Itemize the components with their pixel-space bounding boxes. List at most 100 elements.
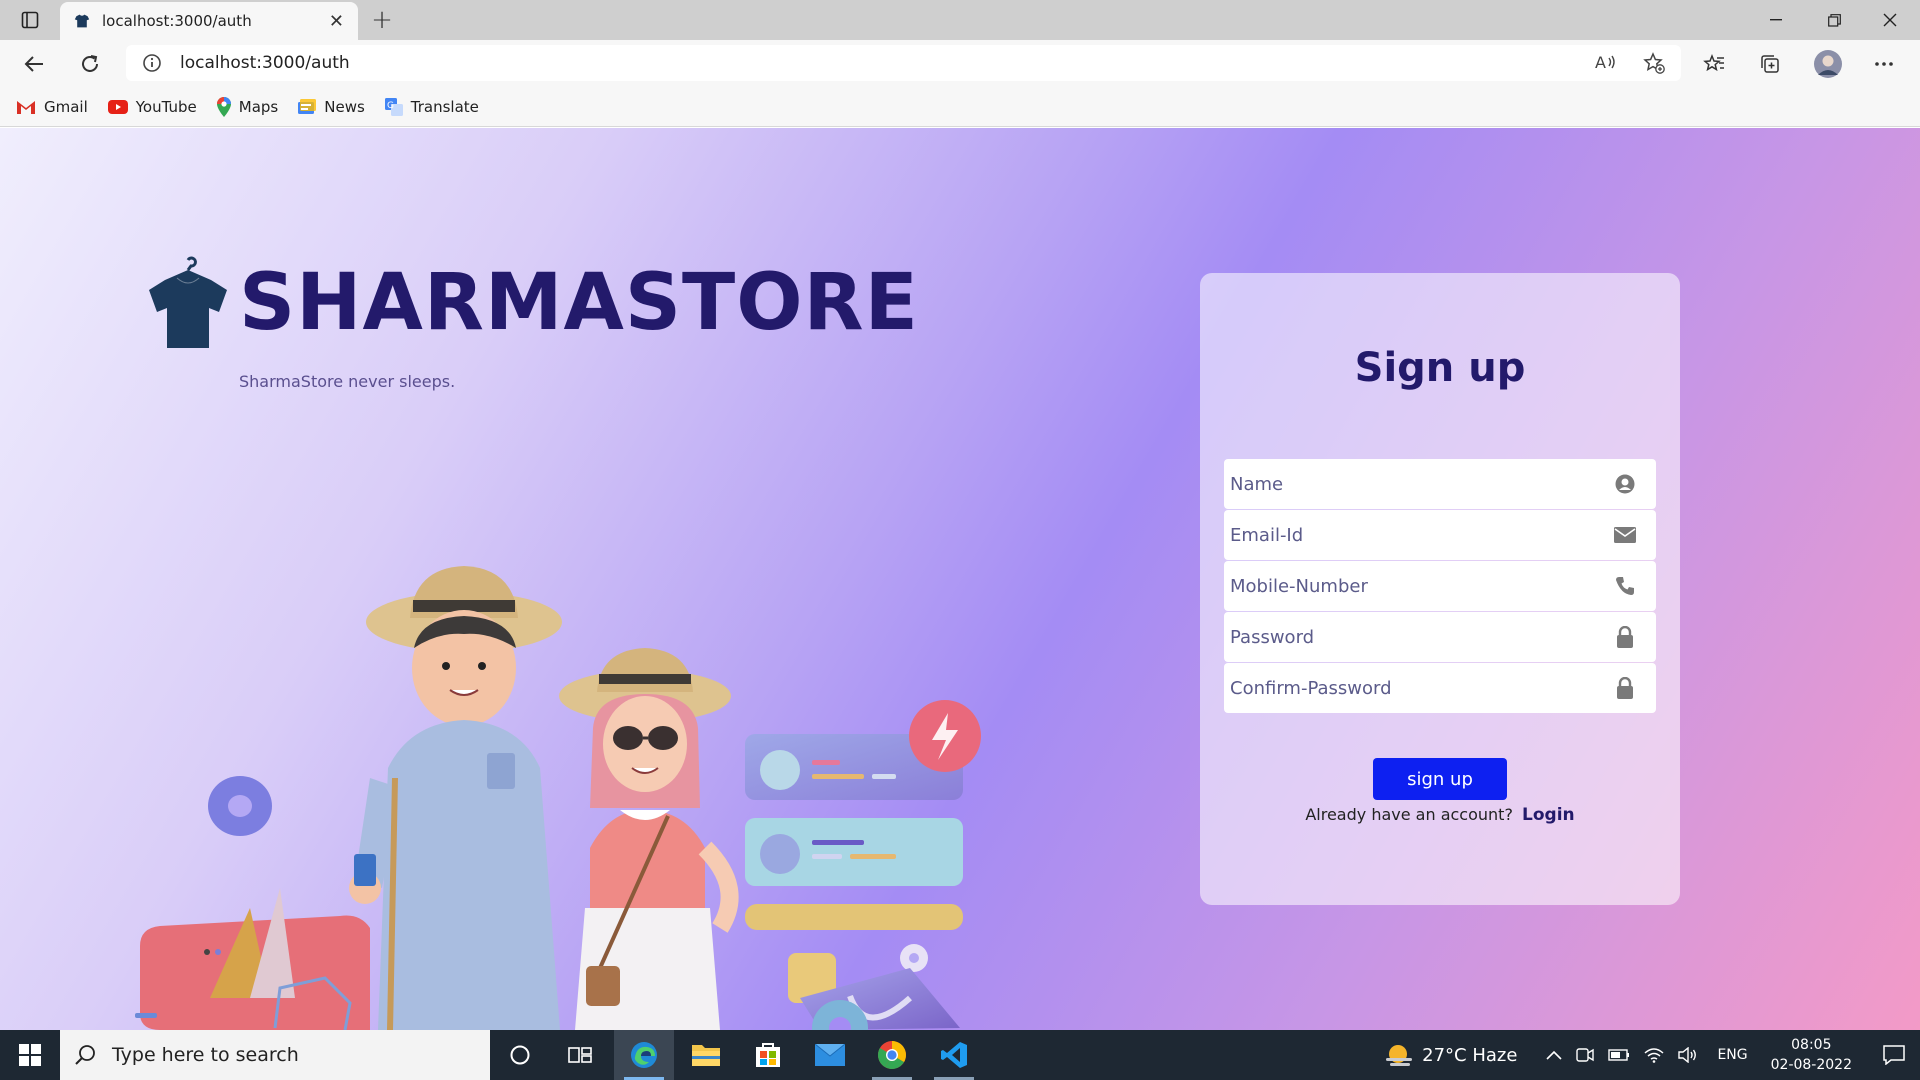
notifications-button[interactable]	[1868, 1030, 1920, 1080]
close-tab-icon[interactable]: ✕	[329, 11, 344, 32]
input-language[interactable]: ENG	[1717, 1047, 1747, 1063]
battery-icon	[1608, 1049, 1630, 1061]
volume-button[interactable]	[1678, 1047, 1698, 1063]
name-input[interactable]	[1230, 459, 1614, 509]
cortana-button[interactable]	[490, 1030, 550, 1080]
bookmark-news[interactable]: News	[298, 98, 365, 116]
gmail-icon	[17, 100, 35, 114]
maps-icon	[216, 96, 231, 117]
start-button[interactable]	[0, 1030, 60, 1080]
bookmark-label: Translate	[410, 97, 479, 116]
bookmark-youtube[interactable]: YouTube	[107, 98, 197, 116]
minimize-button[interactable]	[1748, 0, 1804, 40]
signup-card: Sign up Name Email-Id Mobile-Number sign…	[1200, 273, 1680, 905]
site-info-icon[interactable]	[142, 53, 162, 73]
weather-haze-icon	[1386, 1045, 1413, 1066]
taskbar-edge[interactable]	[614, 1030, 674, 1080]
read-aloud-icon[interactable]: A	[1595, 52, 1617, 72]
envelope-icon	[1614, 524, 1636, 546]
edge-icon	[631, 1042, 657, 1068]
close-window-icon	[1883, 13, 1897, 27]
active-tab[interactable]: localhost:3000/auth ✕	[60, 2, 358, 40]
profile-button[interactable]	[1810, 46, 1846, 82]
tshirt-hanger-icon	[149, 256, 227, 348]
battery-button[interactable]	[1608, 1049, 1630, 1061]
lock-icon	[1614, 626, 1636, 648]
search-placeholder: Type here to search	[112, 1044, 299, 1066]
windows-logo-icon	[19, 1044, 41, 1066]
bookmark-translate[interactable]: G Translate	[384, 97, 479, 116]
close-window-button[interactable]	[1862, 0, 1918, 40]
browser-toolbar: localhost:3000/auth A	[0, 40, 1920, 87]
taskbar-file-explorer[interactable]	[676, 1030, 736, 1080]
url-text[interactable]: localhost:3000/auth	[180, 53, 350, 73]
favorites-button[interactable]	[1696, 46, 1732, 82]
store-icon	[756, 1043, 780, 1067]
tshirt-favicon-icon	[74, 14, 90, 28]
brand-title: SHARMASTORE	[239, 258, 919, 348]
name-field[interactable]	[1224, 459, 1656, 509]
clock-date: 02-08-2022	[1770, 1057, 1852, 1073]
browser-titlebar: localhost:3000/auth ✕ +	[0, 0, 1920, 40]
back-button[interactable]	[16, 46, 52, 82]
phone-icon	[1614, 575, 1636, 597]
avatar	[1814, 50, 1842, 78]
refresh-button[interactable]	[72, 46, 108, 82]
show-hidden-icons-button[interactable]	[1546, 1050, 1563, 1060]
new-tab-button[interactable]: +	[366, 4, 398, 36]
wifi-icon	[1644, 1048, 1664, 1063]
clock[interactable]: 08:05 02-08-2022	[1771, 1035, 1852, 1075]
taskbar-chrome[interactable]	[862, 1030, 922, 1080]
tab-actions-button[interactable]	[10, 0, 50, 40]
folder-icon	[692, 1045, 720, 1066]
vscode-icon	[941, 1042, 967, 1068]
bookmark-gmail[interactable]: Gmail	[16, 98, 88, 116]
network-button[interactable]	[1644, 1047, 1664, 1063]
favorites-icon	[1703, 53, 1724, 72]
shopping-couple-illustration	[135, 566, 981, 1030]
svg-text:G: G	[387, 101, 394, 111]
weather-widget[interactable]: 27°C Haze	[1384, 1042, 1517, 1068]
add-favorite-icon[interactable]	[1643, 52, 1665, 74]
brand-tagline: SharmaStore never sleeps.	[239, 372, 456, 391]
meet-now-icon	[1576, 1048, 1595, 1062]
tab-title: localhost:3000/auth	[102, 12, 252, 30]
login-prompt: Already have an account? Login	[1200, 805, 1680, 825]
address-bar[interactable]: localhost:3000/auth A	[126, 45, 1681, 81]
email-input[interactable]	[1230, 510, 1614, 560]
search-icon	[75, 1045, 95, 1065]
taskbar-mail[interactable]	[800, 1030, 860, 1080]
mobile-number-input[interactable]	[1230, 561, 1614, 611]
login-prompt-text: Already have an account?	[1305, 805, 1513, 824]
news-icon	[298, 98, 317, 114]
chevron-up-icon	[1546, 1050, 1563, 1060]
translate-icon: G	[384, 97, 403, 116]
cortana-icon	[510, 1045, 530, 1065]
password-input[interactable]	[1230, 612, 1614, 662]
confirm-password-input[interactable]	[1230, 663, 1614, 713]
taskbar-vscode[interactable]	[924, 1030, 984, 1080]
speaker-icon	[1678, 1047, 1697, 1063]
login-link[interactable]: Login	[1522, 805, 1575, 825]
bookmark-maps[interactable]: Maps	[216, 96, 279, 117]
mobile-number-field[interactable]	[1224, 561, 1656, 611]
back-arrow-icon	[24, 56, 43, 72]
collections-icon	[1761, 55, 1779, 73]
taskbar-search-box[interactable]: Type here to search	[60, 1030, 490, 1080]
bookmark-label: Maps	[238, 97, 279, 116]
password-field[interactable]	[1224, 612, 1656, 662]
minimize-icon	[1770, 19, 1782, 21]
email-field[interactable]	[1224, 510, 1656, 560]
chrome-icon	[878, 1041, 906, 1069]
restore-button[interactable]	[1806, 0, 1862, 40]
bookmark-label: Gmail	[44, 97, 88, 116]
task-view-button[interactable]	[550, 1030, 610, 1080]
collections-button[interactable]	[1752, 46, 1788, 82]
sign-up-button[interactable]: sign up	[1373, 758, 1507, 800]
settings-more-button[interactable]	[1866, 46, 1902, 82]
confirm-password-field[interactable]	[1224, 663, 1656, 713]
taskbar-store[interactable]	[738, 1030, 798, 1080]
meet-now-button[interactable]	[1576, 1047, 1595, 1063]
more-dots-icon	[1875, 62, 1893, 66]
restore-icon	[1827, 13, 1841, 27]
